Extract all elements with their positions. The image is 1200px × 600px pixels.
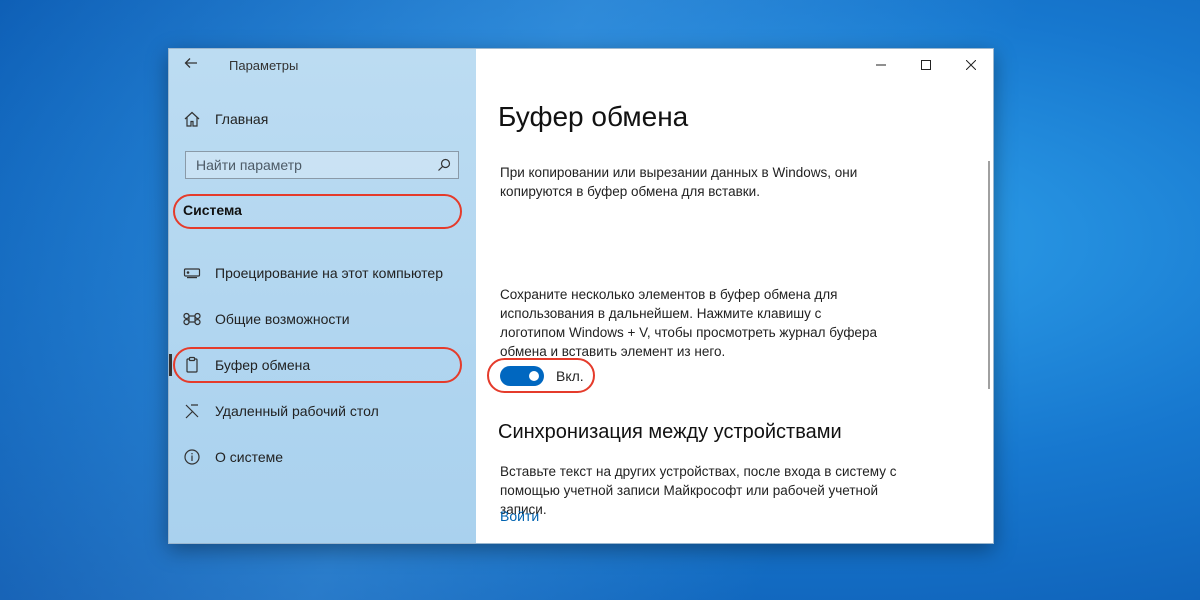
sidebar-item-label: О системе [215, 449, 284, 465]
sidebar-item-label: Буфер обмена [215, 357, 311, 373]
sidebar-item-projecting[interactable]: Проецирование на этот компьютер [183, 261, 463, 285]
shared-experiences-icon [183, 310, 201, 328]
projector-icon [183, 264, 201, 282]
search-box [185, 151, 459, 179]
minimize-icon [875, 64, 886, 66]
back-button[interactable] [179, 55, 203, 77]
search-input[interactable] [186, 152, 446, 178]
nav-home[interactable]: Главная [183, 107, 268, 131]
titlebar: Параметры [169, 49, 476, 83]
section-title: Система [183, 202, 242, 218]
sidebar-item-label: Удаленный рабочий стол [215, 403, 379, 419]
remote-desktop-icon [183, 402, 201, 420]
main-content: Буфер обмена При копировании или вырезан… [476, 49, 993, 543]
info-icon [183, 448, 201, 466]
history-text: Сохраните несколько элементов в буфер об… [500, 287, 877, 359]
page-title: Буфер обмена [498, 101, 689, 132]
app-title: Параметры [229, 58, 299, 73]
home-icon [183, 110, 201, 128]
nav-home-label: Главная [215, 111, 269, 127]
close-icon [965, 60, 976, 70]
sidebar: Параметры Главная Система Проецирование … [169, 49, 476, 543]
sidebar-item-clipboard[interactable]: Буфер обмена [183, 353, 463, 377]
clipboard-history-toggle[interactable] [500, 366, 544, 386]
intro-text: При копировании или вырезании данных в W… [500, 165, 858, 199]
clipboard-history-toggle-row: Вкл. [500, 365, 584, 387]
minimize-button[interactable] [858, 49, 903, 81]
clipboard-icon [183, 356, 201, 374]
back-arrow-icon [184, 58, 197, 68]
search-icon[interactable] [436, 157, 452, 173]
sync-section-title: Синхронизация между устройствами [498, 421, 842, 443]
sync-text: Вставьте текст на других устройствах, по… [500, 464, 897, 517]
sidebar-item-about[interactable]: О системе [183, 445, 463, 469]
sidebar-item-remote-desktop[interactable]: Удаленный рабочий стол [183, 399, 463, 423]
sidebar-item-label: Проецирование на этот компьютер [215, 265, 443, 281]
sidebar-item-shared-experiences[interactable]: Общие возможности [183, 307, 463, 331]
selected-indicator [169, 354, 172, 376]
sidebar-item-label: Общие возможности [215, 311, 350, 327]
maximize-icon [920, 60, 931, 70]
window-controls [858, 49, 993, 81]
close-button[interactable] [948, 49, 993, 81]
toggle-label: Вкл. [556, 368, 584, 384]
maximize-button[interactable] [903, 49, 948, 81]
sign-in-link[interactable]: Войти [500, 508, 539, 524]
settings-window: Параметры Главная Система Проецирование … [168, 48, 994, 544]
toggle-knob [529, 371, 539, 381]
scrollbar[interactable] [988, 161, 990, 389]
